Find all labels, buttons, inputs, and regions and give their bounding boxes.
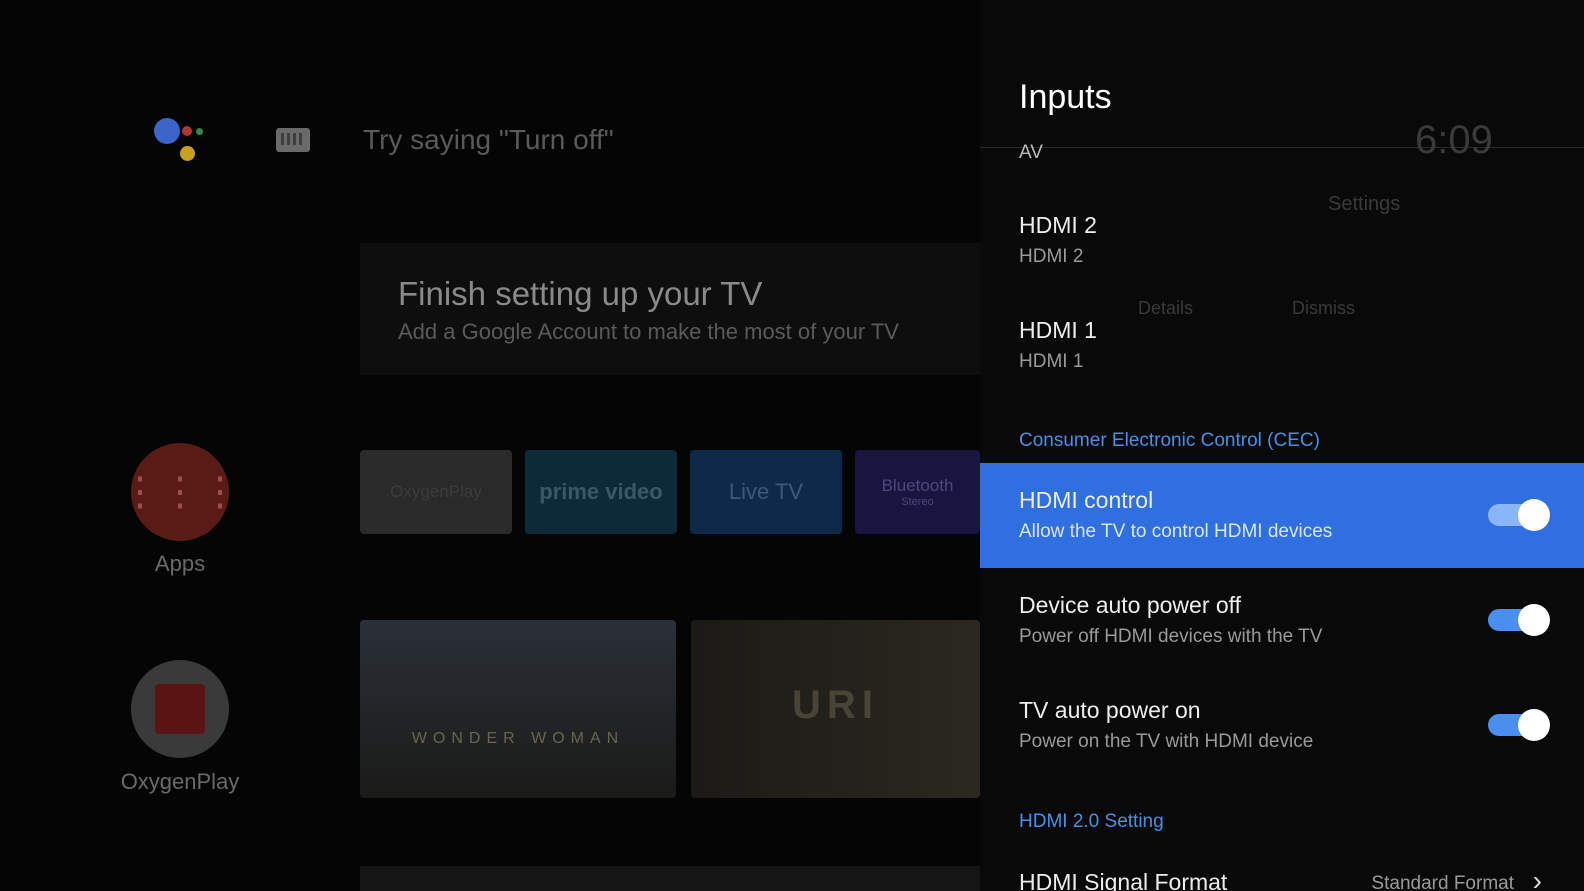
tile-live-tv[interactable]: Live TV [690, 450, 842, 534]
item-label: HDMI Signal Format [1019, 869, 1228, 891]
input-desc: HDMI 1 [1019, 351, 1084, 372]
input-label: HDMI 2 [1019, 212, 1097, 238]
input-hdmi-2[interactable]: HDMI 2 HDMI 2 [980, 188, 1584, 293]
poster-wonder-woman[interactable]: WONDER WOMAN [360, 620, 676, 798]
content-row [360, 866, 980, 891]
panel-title: Inputs [1019, 78, 1112, 116]
hdmi-control-toggle[interactable] [1488, 499, 1550, 531]
item-label: Device auto power off [1019, 592, 1242, 618]
tile-prime-video[interactable]: prime video [525, 450, 677, 534]
apps-icon[interactable]: ⋮⋮⋮ [120, 443, 240, 541]
input-label: HDMI 1 [1019, 317, 1097, 343]
oxygenplay-label: OxygenPlay [120, 769, 240, 794]
section-cec: Consumer Electronic Control (CEC) [1019, 430, 1320, 451]
setup-title: Finish setting up your TV [398, 275, 763, 312]
input-hdmi-1[interactable]: HDMI 1 HDMI 1 [980, 293, 1584, 398]
dismiss-button[interactable]: Dismiss [1292, 298, 1355, 319]
tile-oxygenplay[interactable]: OxygenPlay [360, 450, 512, 534]
item-desc: Power off HDMI devices with the TV [1019, 626, 1323, 647]
hdmi-control-item[interactable]: HDMI control Allow the TV to control HDMI… [980, 463, 1584, 568]
setup-subtitle: Add a Google Account to make the most of… [398, 319, 899, 344]
inputs-panel: Inputs AV HDMI 2 HDMI 2 HDMI 1 HDMI 1 Cons… [980, 0, 1584, 891]
oxygenplay-icon[interactable] [131, 660, 229, 758]
item-desc: Allow the TV to control HDMI devices [1019, 521, 1333, 542]
device-auto-power-off-item[interactable]: Device auto power off Power off HDMI devi… [980, 568, 1584, 673]
input-desc: HDMI 2 [1019, 246, 1084, 267]
item-desc: Power on the TV with HDMI device [1019, 731, 1314, 752]
setup-card[interactable]: Finish setting up your TV Add a Google A… [360, 243, 1000, 375]
google-assistant-icon[interactable] [152, 116, 212, 166]
tile-bluetooth-sub: Stereo [901, 496, 934, 508]
keyboard-icon[interactable] [276, 128, 310, 152]
item-label: HDMI control [1019, 487, 1154, 513]
tv-auto-power-on-toggle[interactable] [1488, 709, 1550, 741]
tile-bluetooth-label: Bluetooth [881, 476, 954, 495]
hdmi-signal-format-item[interactable]: HDMI Signal Format Standard Format › [980, 845, 1584, 891]
device-auto-power-off-toggle[interactable] [1488, 604, 1550, 636]
tv-auto-power-on-item[interactable]: TV auto power on Power on the TV with HDM… [980, 673, 1584, 778]
chevron-right-icon: › [1532, 865, 1542, 891]
input-av[interactable]: AV [980, 118, 1584, 168]
apps-label: Apps [154, 551, 206, 576]
tile-bluetooth[interactable]: Bluetooth Stereo [855, 450, 980, 534]
item-value: Standard Format [1371, 873, 1514, 891]
clock: 6:09 [1415, 118, 1493, 162]
input-label: AV [1019, 142, 1043, 163]
poster-uri[interactable]: URI [691, 620, 980, 798]
settings-label: Settings [1328, 193, 1401, 215]
item-label: TV auto power on [1019, 697, 1201, 723]
details-button[interactable]: Details [1138, 298, 1193, 319]
voice-hint: Try saying "Turn off" [363, 124, 614, 155]
section-hdmi-2-0: HDMI 2.0 Setting [1019, 811, 1164, 832]
